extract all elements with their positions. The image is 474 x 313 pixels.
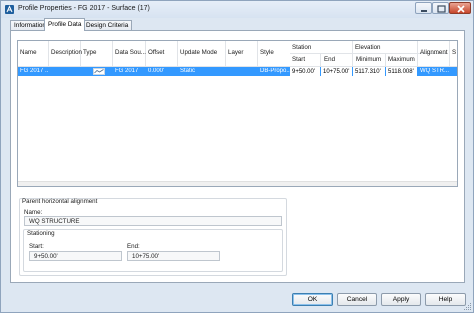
window-title: Profile Properties - FG 2017 - Surface (…: [18, 5, 150, 12]
profile-data-table[interactable]: Name Description Type Data Sou... Offset…: [17, 40, 458, 187]
column-header-station: Station: [292, 44, 312, 51]
column-header-data-source[interactable]: Data Sou...: [115, 49, 146, 56]
cancel-button[interactable]: Cancel: [337, 293, 377, 306]
column-header-update-mode[interactable]: Update Mode: [180, 49, 217, 56]
minimize-button[interactable]: [415, 2, 432, 14]
surface-profile-icon: [93, 68, 105, 75]
cell-update-mode[interactable]: Static: [180, 68, 224, 74]
cell-elevation-min[interactable]: 5117.310': [353, 67, 385, 76]
column-divider: [177, 41, 178, 67]
end-label: End:: [127, 243, 140, 250]
column-divider: [112, 41, 113, 67]
column-header-style[interactable]: Style: [260, 49, 274, 56]
close-icon: [457, 5, 465, 13]
maximize-icon: [437, 5, 446, 13]
resize-grip-icon[interactable]: [463, 302, 472, 311]
column-divider: [320, 53, 321, 67]
column-divider: [417, 41, 418, 67]
column-header-elevation-max[interactable]: Maximum: [388, 56, 415, 63]
cell-station-start[interactable]: 9+50.00': [290, 67, 320, 76]
alignment-name-field: WQ STRUCTURE: [24, 216, 282, 226]
horizontal-scrollbar[interactable]: [18, 181, 457, 186]
column-header-description[interactable]: Description: [51, 49, 82, 56]
column-header-type[interactable]: Type: [83, 49, 96, 56]
cell-name[interactable]: FG 2017 ...: [20, 68, 48, 74]
cell-alignment[interactable]: WQ STR...: [420, 68, 449, 74]
cell-elevation-max[interactable]: 5118.008': [386, 67, 417, 76]
column-divider: [385, 53, 386, 67]
stationing-label: Stationing: [27, 230, 55, 237]
column-header-alignment[interactable]: Alignment: [420, 49, 448, 56]
title-bar[interactable]: Profile Properties - FG 2017 - Surface (…: [1, 1, 473, 18]
start-label: Start:: [29, 243, 44, 250]
column-divider: [449, 41, 450, 67]
close-button[interactable]: [449, 2, 471, 14]
ok-button[interactable]: OK: [292, 293, 333, 306]
end-station-field: 10+75.00': [127, 251, 220, 261]
column-header-elevation: Elevation: [355, 44, 381, 51]
civil3d-app-icon: [5, 5, 14, 14]
column-header-name[interactable]: Name: [20, 49, 37, 56]
column-divider: [225, 41, 226, 67]
column-divider: [257, 41, 258, 67]
column-header-s[interactable]: S: [452, 49, 456, 56]
column-header-elevation-min[interactable]: Minimum: [356, 56, 381, 63]
maximize-button[interactable]: [432, 2, 449, 14]
start-station-field: 9+50.00': [29, 251, 122, 261]
cell-data-source[interactable]: FG 2017: [115, 68, 145, 74]
column-divider: [48, 41, 49, 67]
profile-properties-dialog: Profile Properties - FG 2017 - Surface (…: [0, 0, 474, 313]
minimize-icon: [421, 10, 427, 12]
column-divider: [352, 41, 353, 67]
help-button[interactable]: Help: [425, 293, 466, 306]
column-header-layer[interactable]: Layer: [228, 49, 243, 56]
cell-style[interactable]: DB-Propo...: [260, 68, 290, 74]
column-header-station-start[interactable]: Start: [292, 56, 305, 63]
cell-station-end[interactable]: 10+75.00': [321, 67, 352, 76]
tab-profile-data[interactable]: Profile Data: [44, 18, 86, 31]
apply-button[interactable]: Apply: [381, 293, 421, 306]
name-label: Name:: [24, 209, 43, 216]
column-header-station-end[interactable]: End: [324, 56, 335, 63]
parent-alignment-label: Parent horizontal alignment: [22, 198, 98, 205]
column-header-offset[interactable]: Offset: [148, 49, 164, 56]
cell-offset[interactable]: 0.000': [148, 68, 176, 74]
